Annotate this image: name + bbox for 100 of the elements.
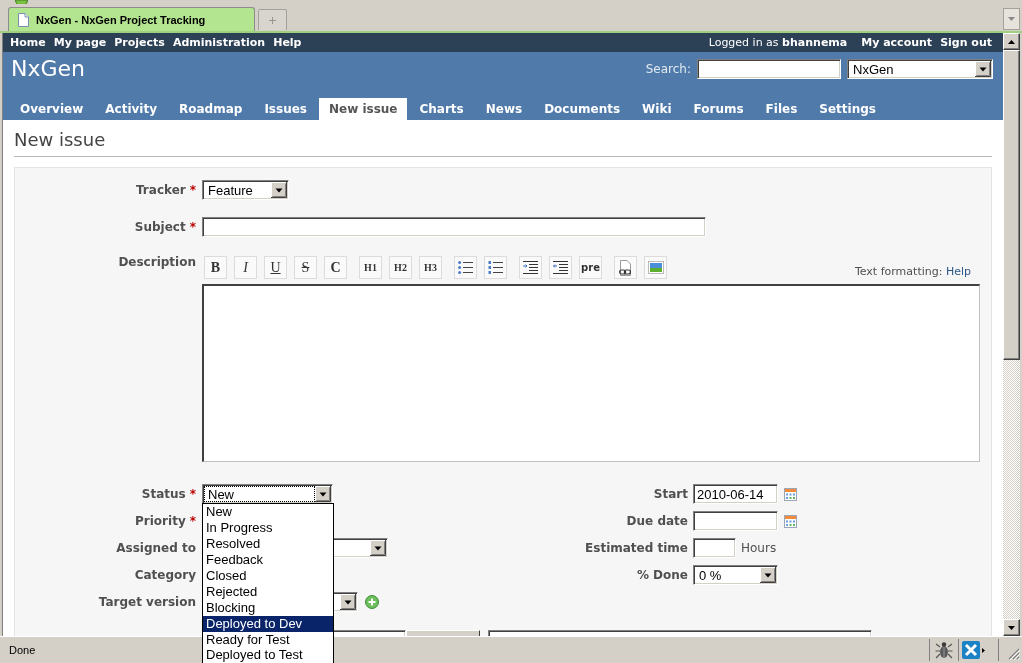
search-label: Search: [645,62,691,76]
bold-button[interactable]: B [204,256,227,279]
search-field[interactable] [697,59,841,79]
unit-label: Hours [741,541,777,555]
indent-button[interactable] [519,256,542,279]
top-menu-link[interactable]: Home [10,36,46,49]
numbered-list-button[interactable] [484,256,507,279]
field-label: % Done [636,568,688,582]
dropdown-option[interactable]: Blocking [203,600,333,616]
heading-button[interactable]: H2 [389,256,412,279]
status-text: Done [9,644,36,656]
link-icon [619,259,632,276]
due-date-field[interactable] [693,511,778,531]
top-menu-link[interactable]: My page [53,36,107,49]
menu-tab[interactable]: News [475,98,533,120]
required-mark: * [189,183,196,197]
logged-in-text: Logged in as bhannema [708,36,848,49]
underline-button[interactable]: U [264,256,287,279]
preformatted-button[interactable]: pre [579,256,602,279]
field-label: Description [118,255,196,269]
field-label: Estimated time [585,541,688,555]
menu-tab[interactable]: Roadmap [169,98,253,120]
dropdown-option[interactable]: New [203,504,333,520]
dropdown-option[interactable]: Deployed to Test [203,648,333,662]
field-label: Status [141,487,186,501]
dropdown-option[interactable]: Feedback [203,552,333,568]
strikethrough-button[interactable]: S [294,256,317,279]
top-menu-link[interactable]: Administration [172,36,266,49]
numbered-list-icon [488,261,503,274]
page-heading: New issue [14,129,992,157]
dropdown-option[interactable]: Deployed to Dev [203,616,333,632]
menu-tab[interactable]: Issues [254,98,317,120]
estimated-time-field[interactable] [693,538,736,558]
field-label: Due date [626,514,688,528]
field-label: Priority [135,514,186,528]
account-link[interactable]: My account [861,36,933,49]
subject-field[interactable] [202,217,706,237]
done-ratio-select[interactable]: 0 % [693,565,778,585]
caret-icon [271,182,287,198]
field-label: Target version [98,595,196,609]
menu-tab[interactable]: Activity [95,98,167,120]
heading-button[interactable]: H1 [359,256,382,279]
add-icon[interactable] [365,595,379,609]
menu-tab[interactable]: Charts [409,98,474,120]
field-label: Subject [134,220,186,234]
up-arrow-icon [1008,39,1015,44]
project-title: NxGen [11,56,85,82]
status-select[interactable]: New [202,484,333,504]
dropdown-option[interactable]: Closed [203,568,333,584]
dropdown-option[interactable]: Resolved [203,536,333,552]
dropdown-option[interactable]: In Progress [203,520,333,536]
required-mark: * [189,514,196,528]
account-link[interactable]: Sign out [940,36,992,49]
italic-button[interactable]: I [234,256,257,279]
menu-tab[interactable]: Documents [534,98,631,120]
resize-grip-icon[interactable] [1008,648,1020,660]
scroll-down-button[interactable] [1003,619,1020,636]
start-date-field[interactable]: 2010-06-14 [693,484,778,504]
top-menu-link[interactable]: Projects [114,36,165,49]
menu-tab[interactable]: Settings [809,98,886,120]
menu-tab[interactable]: Forums [683,98,754,120]
image-button[interactable] [644,256,667,279]
text-formatting-hint: Text formatting: Help [854,265,971,279]
scroll-up-button[interactable] [1003,33,1020,50]
outdent-icon [553,261,568,274]
bug-icon[interactable] [935,640,953,660]
browser-tab[interactable]: NxGen - NxGen Project Tracking [8,7,255,31]
top-menu-link[interactable]: Help [273,36,302,49]
tracker-select[interactable]: Feature [202,180,289,200]
menu-tab[interactable]: Files [755,98,808,120]
menu-tab[interactable]: New issue [318,98,408,120]
calendar-icon[interactable] [784,487,797,501]
outdent-button[interactable] [549,256,572,279]
link-button[interactable] [614,256,637,279]
required-mark: * [189,487,196,501]
indent-icon [523,261,538,274]
down-arrow-icon [1008,625,1015,630]
required-mark: * [189,220,196,234]
scrollbar-track[interactable] [1003,33,1020,636]
scroll-thumb[interactable] [1003,50,1020,360]
caret-icon [1008,16,1015,21]
menu-tab[interactable]: Wiki [632,98,682,120]
dropdown-option[interactable]: Rejected [203,584,333,600]
code-button[interactable]: C [324,256,347,279]
field-label: Tracker [136,183,186,197]
calendar-icon[interactable] [784,514,797,528]
project-select[interactable]: NxGen [847,59,993,79]
dropdown-option[interactable]: Ready for Test [203,632,333,648]
menu-tab[interactable]: Overview [10,98,94,120]
bullet-list-button[interactable] [454,256,477,279]
caret-icon [975,61,991,77]
field-label: Category [134,568,196,582]
heading-button[interactable]: H3 [419,256,442,279]
field-label: Assigned to [116,541,196,555]
caret-icon [760,567,776,583]
plus-icon [269,16,276,24]
field-label: Start [653,487,688,501]
page-icon [18,12,29,27]
help-link[interactable]: Help [945,265,971,278]
x-tile-icon[interactable] [962,641,986,659]
